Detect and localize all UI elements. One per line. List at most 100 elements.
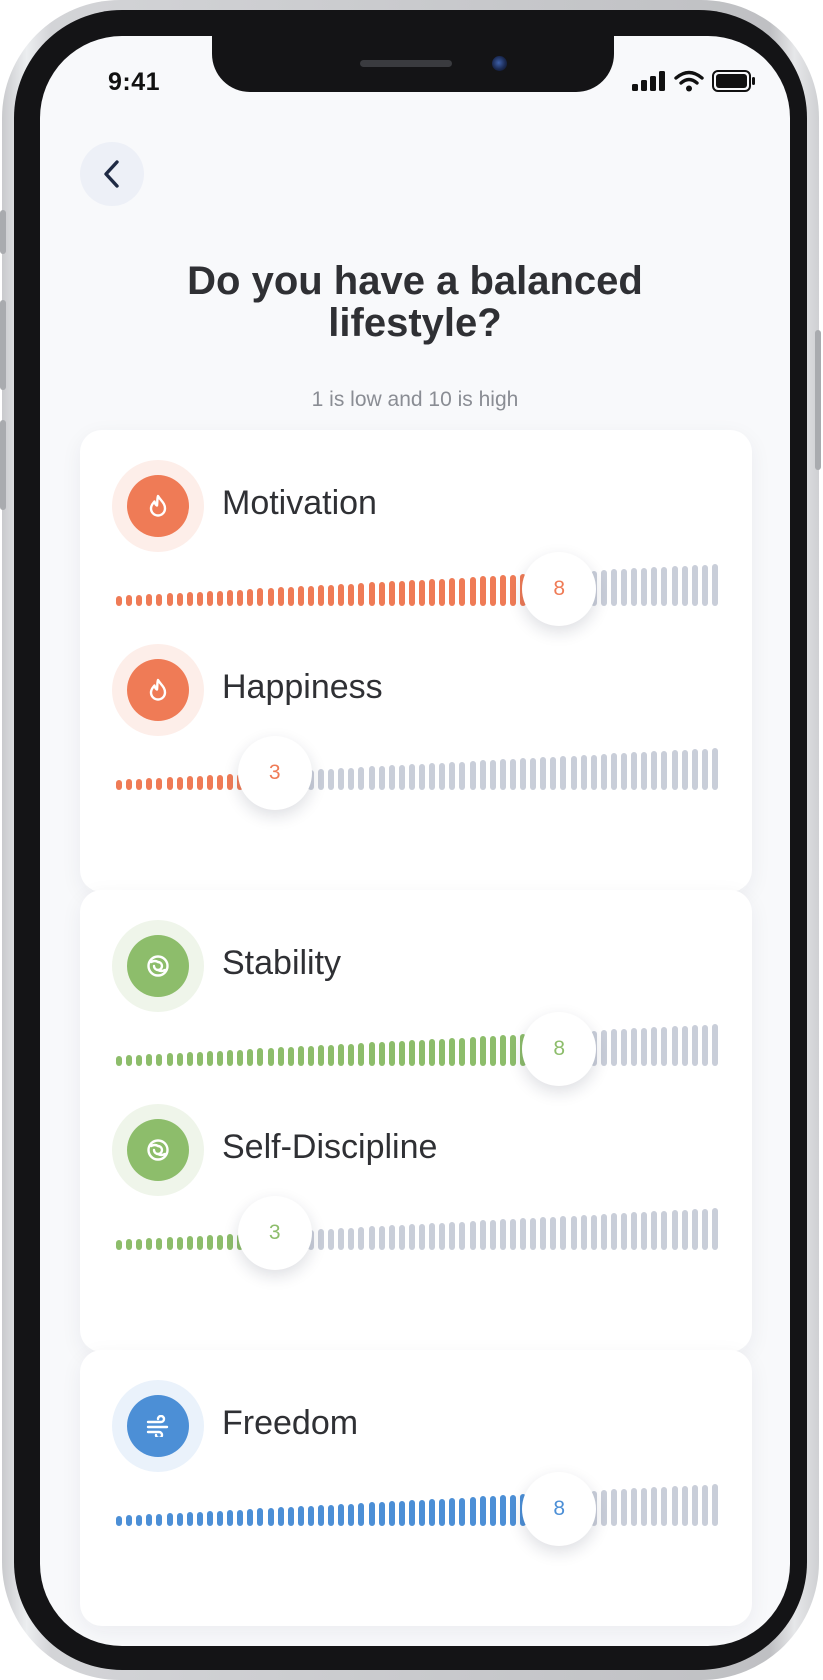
slider-bar: [600, 753, 607, 790]
slider-bar: [318, 1229, 325, 1250]
slider-bar: [358, 582, 365, 606]
slider-bar: [116, 780, 122, 790]
slider-bar: [398, 1500, 405, 1526]
slider-bar: [560, 756, 567, 790]
slider-bar: [631, 1488, 638, 1526]
slider-bar: [661, 566, 668, 606]
battery-icon: [712, 70, 755, 92]
slider-bar: [348, 1043, 355, 1066]
slider-bar: [257, 1048, 264, 1066]
slider-bar: [499, 1035, 506, 1066]
rating-slider[interactable]: 8: [116, 552, 718, 626]
slider-bar: [166, 1513, 173, 1526]
flame-icon: [127, 475, 189, 537]
slider-bar: [277, 587, 284, 606]
slider-bar: [116, 1516, 122, 1526]
page-title: Do you have a balanced lifestyle?: [80, 260, 750, 344]
rating-card: Stability 8 Self-Discipline 3: [80, 890, 752, 1352]
slider-bar: [671, 566, 678, 606]
slider-bar: [247, 1048, 254, 1066]
slider-bar: [227, 590, 234, 606]
slider-bar: [712, 564, 718, 606]
slider-bar: [530, 757, 537, 790]
slider-bar: [196, 1235, 203, 1250]
slider-bar: [146, 594, 153, 606]
slider-bar: [691, 1209, 698, 1250]
slider-bar: [691, 1025, 698, 1066]
slider-bar: [459, 1221, 466, 1250]
swirl-icon: [127, 1119, 189, 1181]
slider-bar: [206, 1235, 213, 1250]
slider-bar: [459, 1037, 466, 1066]
slider-bar: [449, 762, 456, 790]
slider-thumb[interactable]: 8: [522, 1472, 597, 1546]
slider-bar: [631, 568, 638, 606]
wifi-icon: [674, 70, 704, 92]
slider-bar: [186, 1512, 193, 1526]
slider-bar: [479, 576, 486, 606]
slider-bar: [469, 1497, 476, 1526]
slider-bar: [257, 588, 264, 606]
slider-bar: [136, 594, 143, 606]
slider-bar: [358, 1042, 365, 1066]
slider-bar: [338, 584, 345, 606]
slider-bar: [388, 581, 395, 606]
slider-bar: [419, 579, 426, 606]
slider-bar: [156, 777, 163, 790]
slider-bar: [489, 1219, 496, 1250]
slider-bar: [499, 1495, 506, 1526]
slider-bar: [489, 759, 496, 790]
slider-bar: [489, 1035, 496, 1066]
slider-bar: [681, 565, 688, 606]
slider-bar: [398, 1040, 405, 1066]
slider-bar: [328, 584, 335, 606]
slider-bar: [196, 1051, 203, 1066]
slider-bar: [176, 776, 183, 790]
status-time: 9:41: [108, 68, 161, 96]
slider-bar: [338, 1228, 345, 1250]
slider-bar: [469, 761, 476, 790]
slider-bar: [610, 753, 617, 790]
slider-bar: [166, 1237, 173, 1250]
rating-item: Stability 8: [80, 890, 752, 1086]
slider-bar: [661, 750, 668, 790]
slider-bar: [116, 1056, 122, 1066]
slider-bar: [570, 755, 577, 790]
back-button[interactable]: [80, 142, 144, 206]
slider-bar: [439, 1222, 446, 1250]
slider-bar: [388, 1225, 395, 1250]
rating-slider[interactable]: 8: [116, 1012, 718, 1086]
slider-bar: [247, 1508, 254, 1526]
slider-bar: [701, 1208, 708, 1250]
slider-bar: [156, 593, 163, 606]
slider-bar: [176, 592, 183, 606]
slider-bar: [560, 1216, 567, 1250]
slider-bar: [116, 596, 122, 606]
swirl-icon: [127, 935, 189, 997]
slider-bar: [267, 1507, 274, 1526]
slider-bar: [166, 1053, 173, 1066]
slider-bar: [610, 569, 617, 606]
slider-bar: [146, 1238, 153, 1250]
slider-thumb[interactable]: 3: [237, 1196, 312, 1270]
rating-slider[interactable]: 3: [116, 1196, 718, 1270]
slider-bar: [681, 1025, 688, 1066]
app-screen: 9:41 Do you have a balanced lifestyle? 1…: [40, 36, 790, 1646]
slider-bar: [651, 567, 658, 606]
slider-bar: [499, 1219, 506, 1250]
slider-bar: [338, 1044, 345, 1066]
slider-bar: [126, 1055, 133, 1066]
slider-bar: [136, 778, 143, 790]
rating-slider[interactable]: 3: [116, 736, 718, 810]
slider-bar: [156, 1237, 163, 1250]
rating-slider[interactable]: 8: [116, 1472, 718, 1546]
volume-up-button: [0, 300, 6, 390]
slider-bar: [540, 1217, 547, 1250]
icon-badge: [112, 460, 204, 552]
slider-bar: [570, 1215, 577, 1250]
slider-bar: [449, 1038, 456, 1066]
slider-bar: [429, 1499, 436, 1526]
slider-bar: [318, 769, 325, 790]
slider-bar: [176, 1052, 183, 1066]
slider-thumb[interactable]: 3: [237, 736, 312, 810]
